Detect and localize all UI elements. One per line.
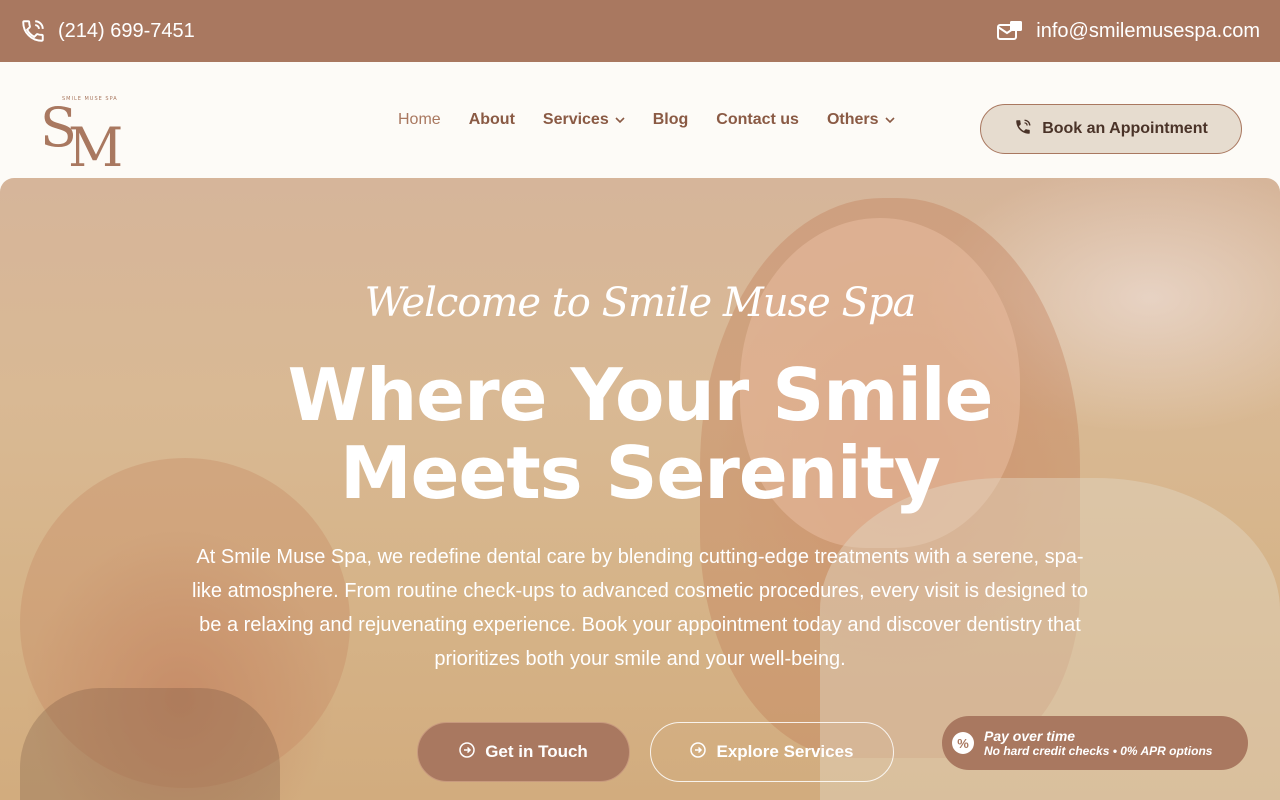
top-contact-bar: (214) 699-7451 info@smilemusespa.com	[0, 0, 1280, 62]
phone-icon	[20, 18, 46, 44]
arrow-circle-right-icon	[690, 741, 707, 763]
site-logo[interactable]: S M SMILE MUSE SPA	[38, 88, 128, 179]
phone-icon	[1014, 118, 1032, 141]
pay-badge-text: Pay over time No hard credit checks • 0%…	[984, 728, 1212, 758]
nav-item-about[interactable]: About	[455, 111, 529, 129]
get-in-touch-label: Get in Touch	[485, 742, 588, 761]
nav-item-home[interactable]: Home	[384, 111, 455, 129]
chevron-down-icon	[615, 116, 625, 127]
pay-badge-subtitle: No hard credit checks • 0% APR options	[984, 744, 1213, 758]
hero-section: Welcome to Smile Muse Spa Where Your Smi…	[0, 178, 1280, 800]
phone-number[interactable]: (214) 699-7451	[58, 20, 195, 43]
nav-item-services[interactable]: Services	[529, 111, 639, 129]
pay-badge-title: Pay over time	[984, 728, 1076, 744]
hero-content: Welcome to Smile Muse Spa Where Your Smi…	[0, 178, 1280, 800]
nav-item-blog[interactable]: Blog	[639, 111, 703, 129]
nav-label: Blog	[652, 111, 689, 128]
nav-label: Contact us	[716, 111, 799, 128]
percent-icon: %	[952, 732, 974, 754]
nav-label: About	[468, 111, 515, 128]
nav-item-contact[interactable]: Contact us	[702, 111, 813, 129]
site-header: S M SMILE MUSE SPA Home About Services B…	[0, 62, 1280, 179]
pay-over-time-badge[interactable]: % Pay over time No hard credit checks • …	[942, 716, 1248, 770]
book-appointment-button[interactable]: Book an Appointment	[980, 104, 1242, 154]
email-contact[interactable]: info@smilemusespa.com	[996, 19, 1260, 43]
hero-welcome-tagline: Welcome to Smile Muse Spa	[364, 280, 917, 326]
arrow-circle-right-icon	[459, 741, 475, 763]
email-address[interactable]: info@smilemusespa.com	[1036, 20, 1260, 43]
explore-services-button[interactable]: Explore Services	[650, 722, 894, 782]
explore-services-label: Explore Services	[716, 742, 854, 761]
book-appointment-label: Book an Appointment	[1042, 120, 1208, 137]
mail-icon	[996, 19, 1024, 43]
chevron-down-icon	[884, 116, 895, 127]
logo-tag: SMILE MUSE SPA	[62, 96, 118, 102]
nav-label: Services	[542, 111, 609, 128]
nav-label: Others	[826, 111, 879, 128]
phone-contact[interactable]: (214) 699-7451	[20, 18, 195, 44]
hero-intro-text: At Smile Muse Spa, we redefine dental ca…	[192, 546, 1088, 670]
get-in-touch-button[interactable]: Get in Touch	[417, 722, 630, 782]
main-navigation: Home About Services Blog Contact us Othe…	[384, 62, 909, 178]
nav-item-others[interactable]: Others	[813, 111, 909, 129]
logo-letter-m: M	[68, 116, 123, 172]
hero-headline: Where Your Smile Meets Serenity	[287, 353, 994, 515]
nav-label: Home	[398, 111, 441, 128]
